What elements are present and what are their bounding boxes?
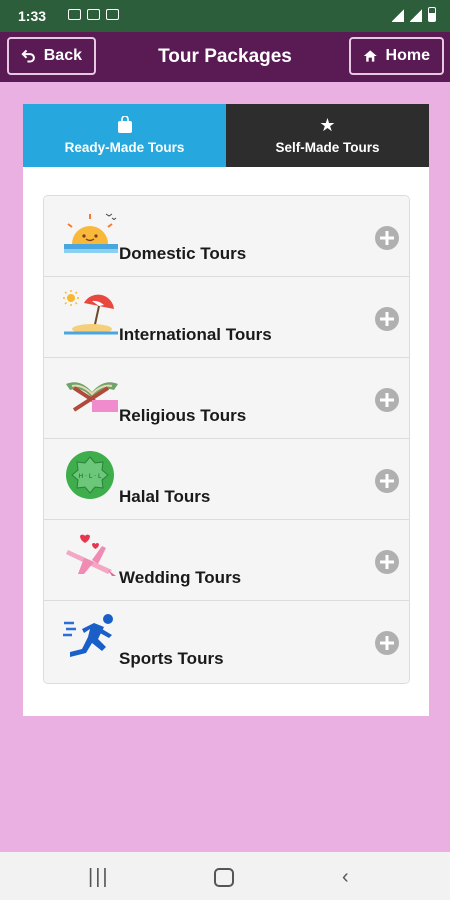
expand-plus-icon[interactable] <box>375 307 399 331</box>
screen-notification-icon <box>87 9 100 20</box>
home-button-label: Home <box>385 47 430 64</box>
tab-label: Self-Made Tours <box>275 140 380 155</box>
signal-icon <box>392 9 404 22</box>
list-item-religious-tours[interactable]: Religious Tours <box>44 358 409 439</box>
running-man-icon <box>63 614 113 657</box>
status-bar: 1:33 <box>0 0 450 32</box>
battery-icon <box>428 7 436 22</box>
app-bar: Back Tour Packages Home <box>0 32 450 82</box>
expand-plus-icon[interactable] <box>375 226 399 250</box>
expand-plus-icon[interactable] <box>375 388 399 412</box>
tour-category-list: Domestic Tours International Tours Relig… <box>43 195 410 684</box>
notification-icons <box>68 9 119 20</box>
list-item-sports-tours[interactable]: Sports Tours <box>44 601 409 683</box>
image-notification-icon <box>68 9 81 20</box>
airplane-hearts-icon <box>66 534 116 576</box>
home-icon <box>363 50 377 62</box>
system-navigation-bar: ||| ‹ <box>0 852 450 900</box>
tour-category-label: Religious Tours <box>119 406 247 425</box>
tour-category-label: Sports Tours <box>119 649 224 668</box>
tour-category-label: International Tours <box>119 325 272 344</box>
expand-plus-icon[interactable] <box>375 631 399 655</box>
book-stand-icon <box>66 382 118 412</box>
tab-ready-made-tours[interactable]: Ready-Made Tours <box>23 104 226 167</box>
tab-self-made-tours[interactable]: ★ Self-Made Tours <box>226 104 429 167</box>
tour-category-label: Halal Tours <box>119 487 211 506</box>
recent-apps-icon[interactable]: ||| <box>88 866 110 889</box>
list-item-international-tours[interactable]: International Tours <box>44 277 409 358</box>
video-notification-icon <box>106 9 119 20</box>
halal-badge-icon: H · L · L <box>66 451 114 499</box>
sunset-sea-icon <box>64 213 118 253</box>
beach-umbrella-icon <box>63 290 118 335</box>
shopping-bag-icon <box>117 116 132 133</box>
star-icon: ★ <box>319 115 336 135</box>
system-back-icon[interactable]: ‹ <box>342 866 349 889</box>
list-item-domestic-tours[interactable]: Domestic Tours <box>44 196 409 277</box>
expand-plus-icon[interactable] <box>375 550 399 574</box>
tab-label: Ready-Made Tours <box>64 140 185 155</box>
expand-plus-icon[interactable] <box>375 469 399 493</box>
list-item-wedding-tours[interactable]: Wedding Tours <box>44 520 409 601</box>
system-status-icons <box>392 7 436 22</box>
content-card: Ready-Made Tours ★ Self-Made Tours Domes… <box>23 104 429 716</box>
signal-icon-2 <box>410 9 422 22</box>
home-button[interactable]: Home <box>349 37 444 75</box>
list-item-halal-tours[interactable]: H · L · L Halal Tours <box>44 439 409 520</box>
tour-category-label: Wedding Tours <box>119 568 242 587</box>
system-home-icon[interactable] <box>214 868 234 887</box>
svg-text:H · L · L: H · L · L <box>79 473 102 480</box>
tab-bar: Ready-Made Tours ★ Self-Made Tours <box>23 104 429 167</box>
tour-category-label: Domestic Tours <box>119 244 247 263</box>
status-time: 1:33 <box>18 8 47 24</box>
